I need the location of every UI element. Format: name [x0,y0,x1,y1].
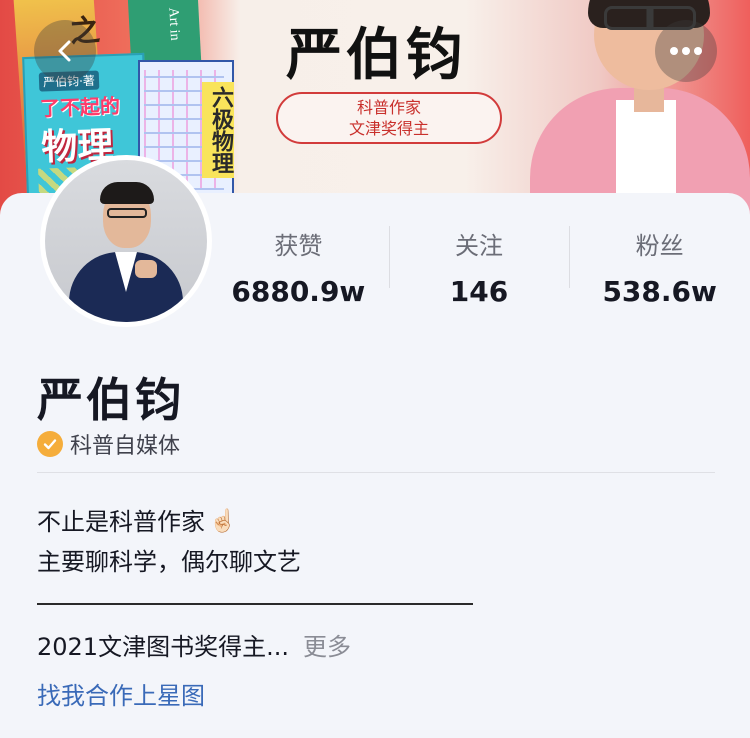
stat-likes[interactable]: 获赞 6880.9w [208,222,389,312]
book-six-title: 六极物理 [202,82,234,178]
back-button[interactable] [34,20,96,82]
stat-following[interactable]: 关注 146 [388,222,570,312]
banner-portrait [530,0,750,215]
banner-tag-line1: 科普作家 [356,98,421,117]
pointing-up-emoji: ☝🏻 [209,509,237,534]
more-dots-icon [670,47,702,55]
stat-value: 146 [449,275,509,308]
bio-separator-line [37,603,473,605]
avatar-hand [135,260,157,278]
bio-row-2: 主要聊科学，偶尔聊文艺 [37,542,301,582]
verification-text: 科普自媒体 [70,434,181,459]
stat-label: 粉丝 [635,232,684,260]
stat-label: 关注 [455,232,503,260]
avatar-glasses [107,208,147,218]
award-text: 2021文津图书奖得主... [37,633,289,661]
more-button[interactable] [655,20,717,82]
banner-tag: 科普作家 文津奖得主 [276,92,502,144]
avatar-photo [45,160,207,322]
verified-check-icon [37,431,63,457]
more-link[interactable]: 更多 [303,627,351,662]
stat-value: 6880.9w [231,275,366,308]
banner-name: 严伯钧 [286,23,466,88]
verification-badge[interactable]: 科普自媒体 [37,428,180,460]
profile-name: 严伯钧 [37,373,184,427]
chevron-left-icon [58,40,71,62]
cooperation-link[interactable]: 找我合作上星图 [37,676,205,711]
avatar[interactable] [40,155,212,327]
award-row: 2021文津图书奖得主... 更多 [37,627,351,662]
stat-followers[interactable]: 粉丝 538.6w [569,222,750,312]
bio: 不止是科普作家 ☝🏻 主要聊科学，偶尔聊文艺 [37,502,301,582]
stat-value: 538.6w [602,275,717,308]
divider [37,472,715,473]
avatar-hair [100,182,154,204]
stat-label: 获赞 [274,232,323,260]
profile-stats: 获赞 6880.9w 关注 146 粉丝 538.6w [208,222,750,312]
bio-row-1: 不止是科普作家 ☝🏻 [37,502,301,542]
banner-tag-line2: 文津奖得主 [348,119,429,138]
book-art-title: Art in [165,7,183,41]
bio-line-1: 不止是科普作家 [37,508,205,536]
bio-line-2: 主要聊科学，偶尔聊文艺 [37,548,301,576]
